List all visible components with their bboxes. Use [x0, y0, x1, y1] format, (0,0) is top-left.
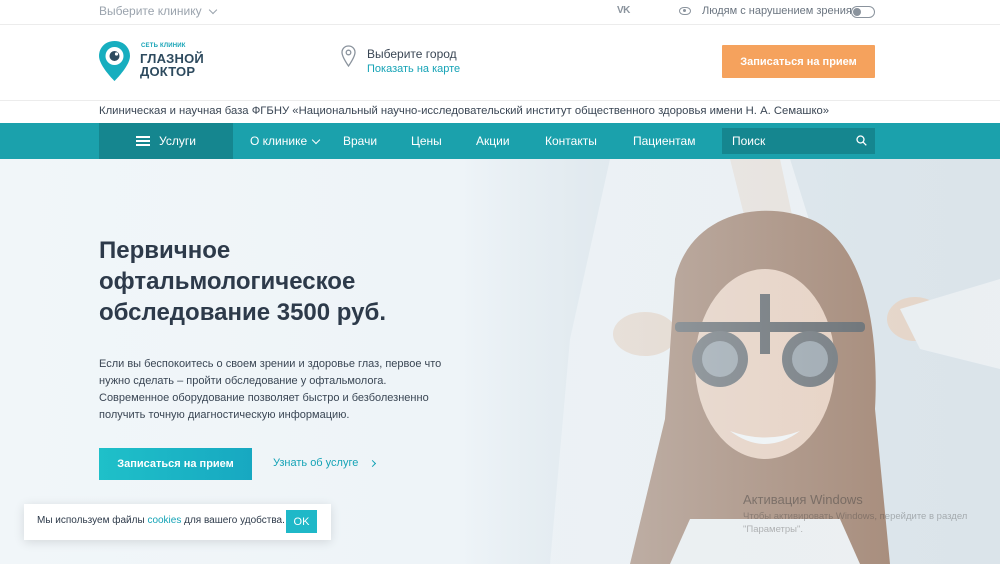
show-on-map-link[interactable]: Показать на карте	[367, 63, 460, 75]
clinic-select[interactable]: Выберите клинику	[99, 4, 217, 18]
chevron-right-icon	[369, 459, 377, 467]
top-bar: Выберите клинику VK Людям с нарушением з…	[0, 0, 1000, 25]
nav-item-prices[interactable]: Цены	[411, 134, 442, 148]
logo-icon[interactable]	[98, 40, 131, 82]
nav-services-label: Услуги	[159, 134, 196, 148]
nav-item-label: Врачи	[343, 134, 378, 148]
menu-icon	[136, 136, 151, 146]
institute-text: Клиническая и научная база ФГБНУ «Национ…	[99, 105, 830, 117]
hero-book-button[interactable]: Записаться на прием	[99, 448, 252, 480]
learn-more-label: Узнать об услуге	[273, 457, 359, 469]
nav-item-doctors[interactable]: Врачи	[343, 134, 377, 148]
institute-banner: Клиническая и научная база ФГБНУ «Национ…	[0, 100, 1000, 123]
cookie-text-before: Мы используем файлы	[37, 515, 148, 526]
accessibility-label[interactable]: Людям с нарушением зрения	[702, 5, 852, 17]
nav-item-promotions[interactable]: Акции	[476, 134, 510, 148]
chevron-down-icon	[311, 135, 321, 144]
main-nav: Услуги О клинике Врачи Цены Акции Контак…	[0, 123, 1000, 159]
nav-item-contacts[interactable]: Контакты	[545, 134, 597, 148]
cookie-text: Мы используем файлы cookies для вашего у…	[37, 515, 285, 526]
hero-description: Если вы беспокоитесь о своем зрении и зд…	[99, 358, 442, 421]
hero-photo-image	[460, 159, 1000, 564]
windows-activation-title: Активация Windows	[743, 492, 863, 507]
nav-item-label: Контакты	[545, 134, 597, 148]
cookie-text-after: для вашего удобства.	[181, 515, 285, 526]
nav-services[interactable]: Услуги	[99, 123, 233, 159]
cookie-banner: Мы используем файлы cookies для вашего у…	[24, 504, 331, 540]
search-placeholder: Поиск	[732, 134, 766, 148]
search-icon[interactable]	[856, 135, 867, 146]
logo-name[interactable]: ГЛАЗНОЙ ДОКТОР	[140, 52, 220, 78]
vk-icon[interactable]: VK	[617, 5, 630, 16]
location-pin-icon	[341, 45, 356, 67]
cookie-ok-button[interactable]: OK	[286, 510, 317, 533]
clinic-select-label: Выберите клинику	[99, 4, 202, 18]
nav-item-label: Пациентам	[633, 134, 696, 148]
nav-item-label: Акции	[476, 134, 510, 148]
learn-more-link[interactable]: Узнать об услуге	[273, 457, 377, 469]
city-select[interactable]: Выберите город	[367, 47, 457, 61]
search-input[interactable]: Поиск	[722, 128, 875, 154]
chevron-down-icon	[208, 5, 217, 14]
cookies-link[interactable]: cookies	[147, 515, 181, 526]
nav-item-patients[interactable]: Пациентам	[633, 134, 695, 148]
nav-item-label: Цены	[411, 134, 442, 148]
windows-activation-text: Чтобы активировать Windows, перейдите в …	[743, 511, 968, 535]
nav-item-label: О клинике	[250, 134, 308, 148]
book-appointment-button[interactable]: Записаться на прием	[722, 45, 875, 78]
eye-icon	[679, 7, 691, 15]
accessibility-toggle[interactable]	[851, 6, 875, 18]
hero-title: Первичное офтальмологическое обследовани…	[99, 237, 386, 326]
logo-tagline: СЕТЬ КЛИНИК	[141, 43, 186, 49]
nav-item-about[interactable]: О клинике	[250, 134, 321, 148]
